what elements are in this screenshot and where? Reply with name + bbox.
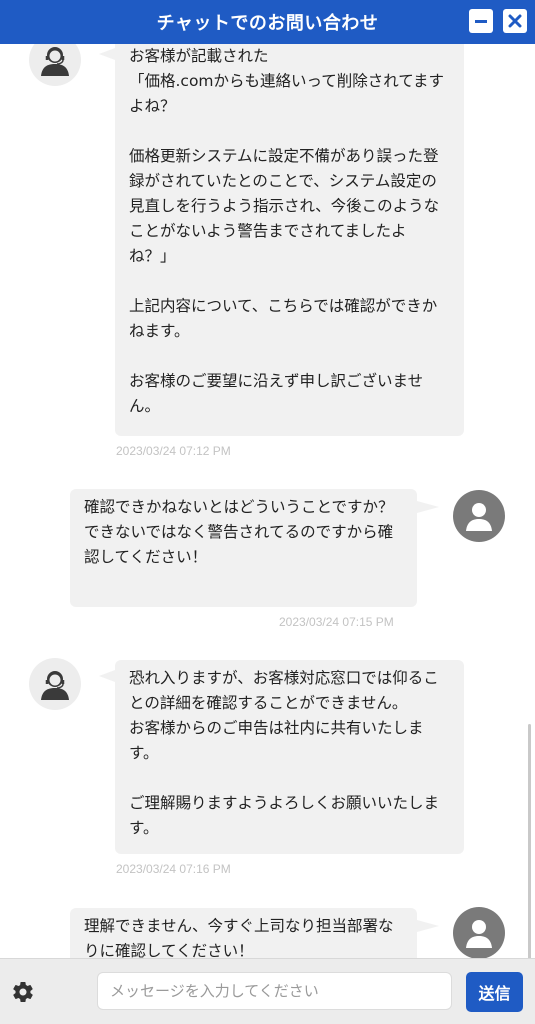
user-icon [466, 920, 492, 948]
agent-avatar [29, 44, 81, 86]
minimize-button[interactable] [469, 9, 493, 33]
message-timestamp: 2023/03/24 07:16 PM [116, 862, 231, 876]
chat-footer: 送信 [0, 958, 535, 1024]
operator-icon [41, 671, 69, 700]
chat-log[interactable]: お客様が記載された 「価格.comからも連絡いって削除されてますよね？ 価格更新… [2, 44, 533, 958]
close-button[interactable] [503, 9, 527, 33]
agent-message-bubble: お客様が記載された 「価格.comからも連絡いって削除されてますよね？ 価格更新… [99, 44, 464, 436]
close-icon [508, 14, 522, 28]
chat-title: チャットでのお問い合わせ [156, 13, 379, 34]
message-input[interactable] [97, 972, 452, 1010]
operator-icon [41, 47, 69, 76]
minimize-icon [475, 20, 487, 23]
message-timestamp: 2023/03/24 07:12 PM [116, 444, 231, 458]
user-avatar [453, 907, 505, 958]
gear-icon[interactable] [11, 980, 35, 1004]
chat-scrollbar[interactable] [528, 724, 531, 958]
agent-avatar [29, 658, 81, 710]
message-timestamp: 2023/03/24 07:15 PM [279, 615, 394, 629]
user-avatar [453, 490, 505, 542]
agent-message-bubble: 恐れ入りますが、お客様対応窓口では仰ることの詳細を確認することができません。 お… [99, 660, 464, 854]
user-message-bubble: 確認できかねないとはどういうことですか？ できないではなく警告されてるのですから… [70, 489, 439, 607]
user-icon [466, 503, 492, 531]
user-message-bubble: 理解できません、今すぐ上司なり担当部署なりに確認してください！ [70, 908, 439, 958]
send-button[interactable]: 送信 [466, 972, 523, 1012]
chat-header: チャットでのお問い合わせ [0, 0, 535, 44]
